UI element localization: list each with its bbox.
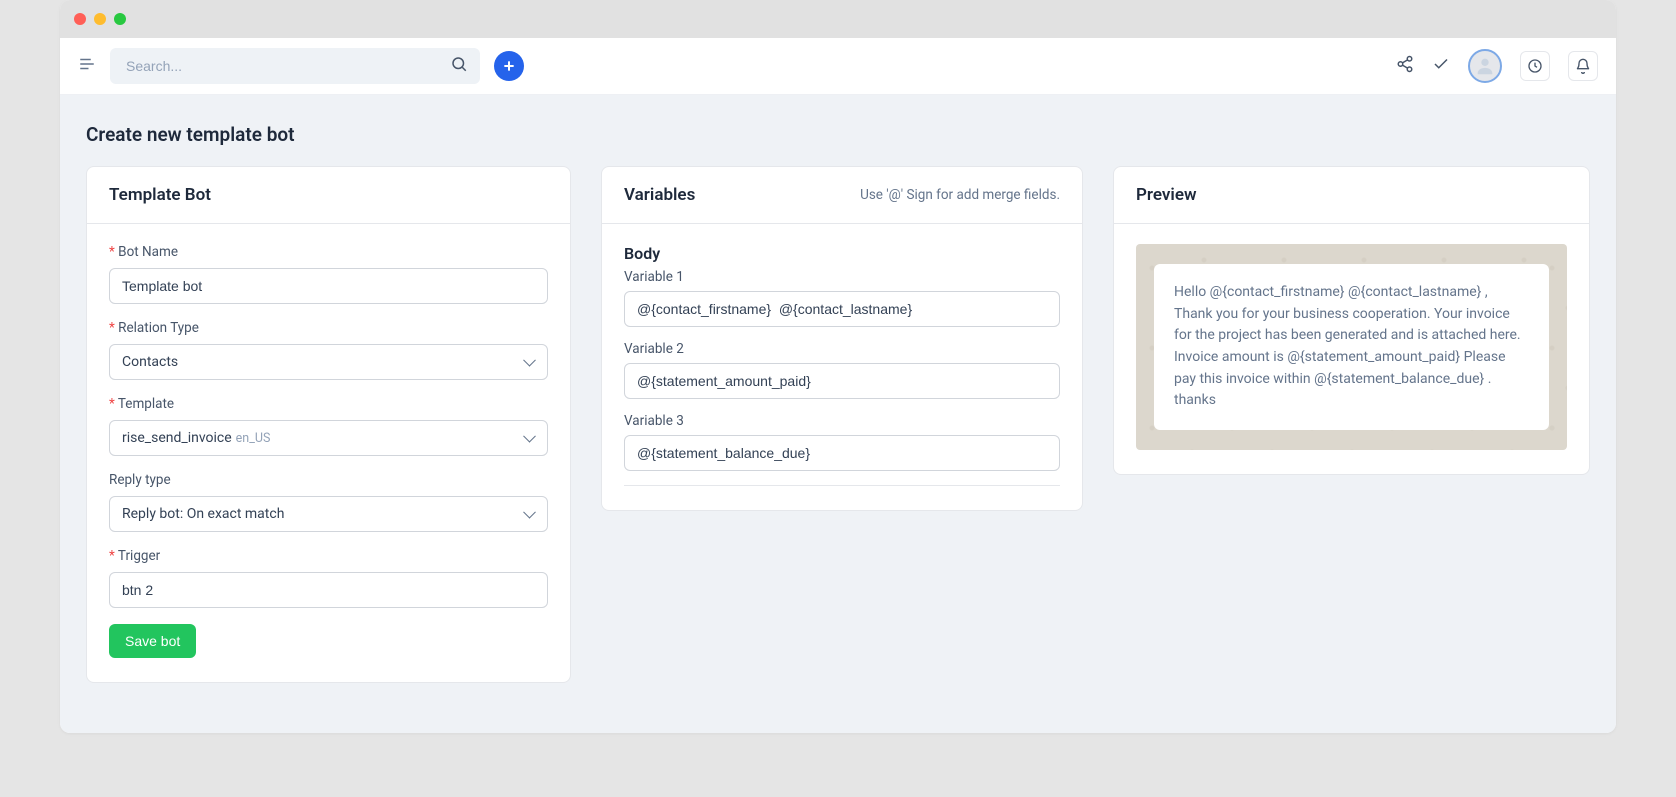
preview-card: Preview Hello @{contact_firstname} @{con… — [1113, 166, 1590, 475]
reply-type-select[interactable]: Reply bot: On exact match — [109, 496, 548, 532]
add-button[interactable] — [494, 51, 524, 81]
search-icon[interactable] — [450, 55, 468, 77]
relation-type-label: Relation Type — [109, 320, 548, 336]
bell-icon[interactable] — [1568, 51, 1598, 81]
template-select[interactable]: rise_send_invoice en_US — [109, 420, 548, 456]
variables-card-title: Variables — [624, 185, 695, 205]
variable-1-input[interactable] — [624, 291, 1060, 327]
preview-card-title: Preview — [1136, 185, 1197, 205]
save-button[interactable]: Save bot — [109, 624, 196, 658]
variables-card: Variables Use '@' Sign for add merge fie… — [601, 166, 1083, 511]
bot-name-input[interactable] — [109, 268, 548, 304]
trigger-input[interactable] — [109, 572, 548, 608]
preview-frame: Hello @{contact_firstname} @{contact_las… — [1136, 244, 1567, 450]
topbar — [60, 38, 1616, 95]
template-locale: en_US — [236, 431, 271, 446]
search-input[interactable] — [110, 48, 480, 84]
variables-hint: Use '@' Sign for add merge fields. — [860, 187, 1060, 203]
variable-2-input[interactable] — [624, 363, 1060, 399]
titlebar — [60, 0, 1616, 38]
trigger-label: Trigger — [109, 548, 548, 564]
body-heading: Body — [624, 244, 1060, 263]
variable-2-label: Variable 2 — [624, 341, 1060, 357]
template-bot-card: Template Bot Bot Name Relation Type Cont… — [86, 166, 571, 683]
page-title: Create new template bot — [86, 123, 1590, 146]
search-wrap — [110, 48, 480, 84]
window-close-icon[interactable] — [74, 13, 86, 25]
reply-type-value: Reply bot: On exact match — [122, 506, 284, 522]
window-minimize-icon[interactable] — [94, 13, 106, 25]
variable-1-label: Variable 1 — [624, 269, 1060, 285]
check-icon[interactable] — [1432, 55, 1450, 77]
template-bot-card-title: Template Bot — [109, 185, 211, 205]
menu-toggle-icon[interactable] — [78, 55, 96, 77]
preview-message: Hello @{contact_firstname} @{contact_las… — [1154, 264, 1549, 430]
history-icon[interactable] — [1520, 51, 1550, 81]
reply-type-label: Reply type — [109, 472, 548, 488]
relation-type-select[interactable]: Contacts — [109, 344, 548, 380]
variable-3-input[interactable] — [624, 435, 1060, 471]
template-label: Template — [109, 396, 548, 412]
template-value: rise_send_invoice — [122, 430, 232, 446]
share-icon[interactable] — [1396, 55, 1414, 77]
window-maximize-icon[interactable] — [114, 13, 126, 25]
divider — [624, 485, 1060, 486]
relation-type-value: Contacts — [122, 354, 178, 370]
bot-name-label: Bot Name — [109, 244, 548, 260]
variable-3-label: Variable 3 — [624, 413, 1060, 429]
avatar[interactable] — [1468, 49, 1502, 83]
